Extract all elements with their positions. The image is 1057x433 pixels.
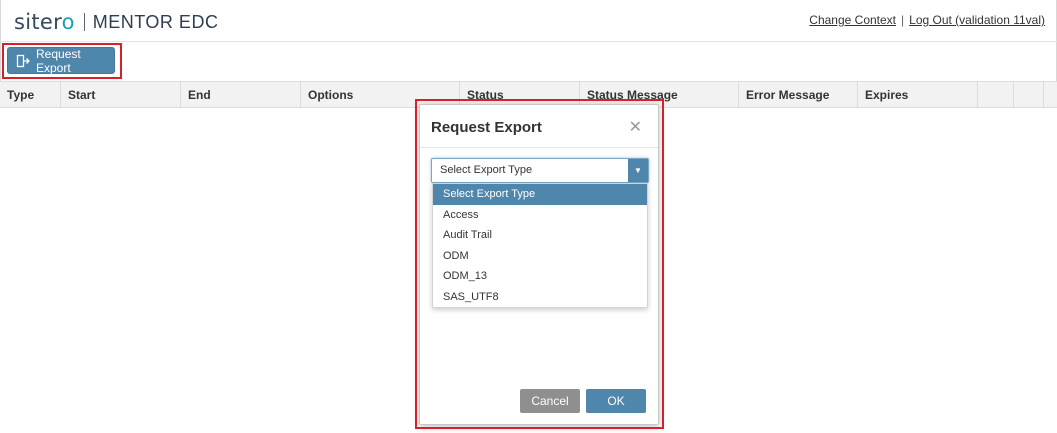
column-type[interactable]: Type	[0, 82, 61, 108]
option-select-export-type[interactable]: Select Export Type	[433, 184, 647, 205]
option-access[interactable]: Access	[433, 205, 647, 226]
ok-button[interactable]: OK	[586, 389, 646, 413]
option-audit-trail[interactable]: Audit Trail	[433, 225, 647, 246]
column-start[interactable]: Start	[61, 82, 181, 108]
close-icon[interactable]: ✕	[629, 117, 642, 137]
column-action-1	[978, 82, 1014, 108]
column-end[interactable]: End	[181, 82, 301, 108]
modal-header: Request Export ✕	[420, 105, 658, 148]
logout-link[interactable]: Log Out (validation 11val)	[909, 13, 1045, 27]
logo: sitero MENTOR EDC	[14, 9, 218, 35]
column-expires[interactable]: Expires	[858, 82, 978, 108]
export-icon	[16, 54, 30, 68]
column-error-message[interactable]: Error Message	[739, 82, 858, 108]
export-type-select[interactable]: Select Export Type ▼	[431, 158, 649, 183]
chevron-down-icon[interactable]: ▼	[628, 159, 648, 182]
request-export-modal: Request Export ✕ Select Export Type ▼ Se…	[419, 104, 659, 425]
toolbar: Request Export	[0, 42, 1057, 80]
cancel-button[interactable]: Cancel	[520, 389, 580, 413]
modal-footer: Cancel OK	[420, 388, 660, 424]
logo-product: MENTOR EDC	[92, 11, 219, 32]
modal-title: Request Export	[431, 119, 542, 136]
option-odm[interactable]: ODM	[433, 246, 647, 267]
option-sas-utf8[interactable]: SAS_UTF8	[433, 287, 647, 308]
request-export-button[interactable]: Request Export	[7, 46, 115, 75]
header-links: Change Context | Log Out (validation 11val…	[809, 13, 1045, 27]
header: sitero MENTOR EDC Change Context | Log Out…	[0, 0, 1057, 42]
option-odm-13[interactable]: ODM_13	[433, 266, 647, 287]
export-type-dropdown: Select Export Type Access Audit Trail OD…	[432, 183, 648, 308]
export-type-value: Select Export Type	[440, 164, 533, 176]
logo-brand: sitero	[14, 10, 75, 34]
request-export-label: Request Export	[36, 46, 81, 75]
logo-divider	[83, 13, 85, 31]
link-separator: |	[901, 13, 905, 27]
change-context-link[interactable]: Change Context	[809, 13, 896, 27]
column-action-2	[1014, 82, 1044, 108]
